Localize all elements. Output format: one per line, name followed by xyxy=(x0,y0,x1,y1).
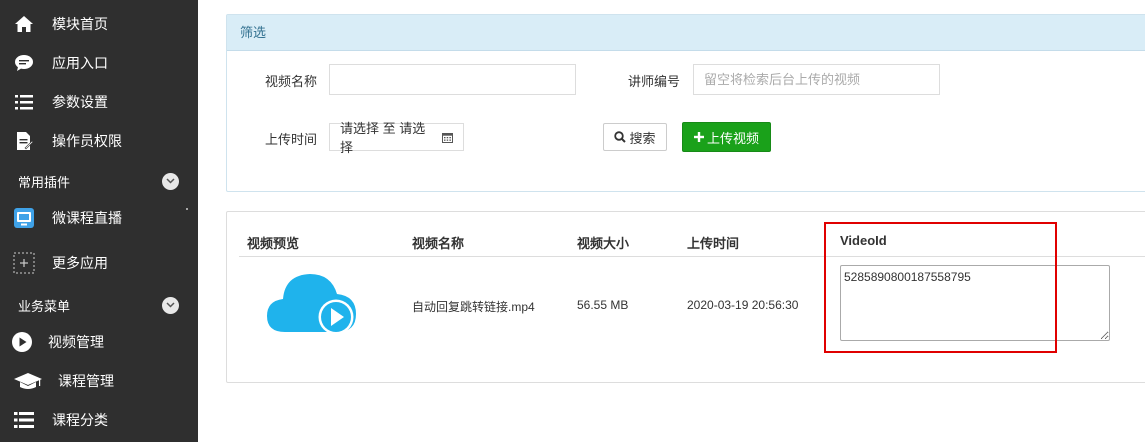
scroll-marker xyxy=(186,208,188,210)
lecturer-id-label: 讲师编号 xyxy=(628,74,681,89)
sidebar-item-live[interactable]: 微课程直播 xyxy=(0,199,198,237)
sidebar-item-label: 更多应用 xyxy=(52,255,108,271)
video-name-label: 视频名称 xyxy=(265,74,318,89)
add-dashed-icon xyxy=(13,252,35,274)
chat-bubble-icon xyxy=(13,52,35,74)
search-icon xyxy=(614,131,627,143)
search-button[interactable]: 搜索 xyxy=(603,123,667,151)
sidebar-item-label: 课程管理 xyxy=(58,373,114,389)
upload-time-label: 上传时间 xyxy=(265,132,318,147)
sidebar-item-label: 操作员权限 xyxy=(52,133,122,149)
sidebar-item-label: 课程分类 xyxy=(52,412,108,428)
document-edit-icon xyxy=(13,130,35,152)
column-header: VideoId xyxy=(840,233,887,248)
date-range-picker[interactable]: 请选择 至 请选择 xyxy=(329,121,464,155)
sidebar-item-home[interactable]: 模块首页 xyxy=(0,5,198,43)
sidebar-section-business[interactable]: 业务菜单 xyxy=(0,288,198,322)
calendar-icon xyxy=(442,132,453,143)
upload-video-button[interactable]: 上传视频 xyxy=(682,122,771,152)
video-size-cell: 56.55 MB xyxy=(577,298,629,312)
sidebar-section-label: 常用插件 xyxy=(18,174,71,190)
sidebar-item-video-manage[interactable]: 视频管理 xyxy=(0,323,198,361)
column-header: 视频大小 xyxy=(577,236,630,251)
video-id-textarea[interactable]: 5285890800187558795 xyxy=(840,265,1110,341)
upload-video-button-label: 上传视频 xyxy=(706,130,759,146)
video-name-cell: 自动回复跳转链接.mp4 xyxy=(412,300,535,314)
sidebar-section-plugins[interactable]: 常用插件 xyxy=(0,164,198,198)
filter-panel-title: 筛选 xyxy=(227,15,1145,51)
video-table: 视频预览 视频名称 视频大小 上传时间 VideoId 自动回复跳转链接.mp4… xyxy=(226,211,1145,383)
sidebar-item-params[interactable]: 参数设置 xyxy=(0,83,198,121)
sidebar-item-label: 微课程直播 xyxy=(52,210,122,226)
sidebar-section-label: 业务菜单 xyxy=(18,298,71,314)
header-divider xyxy=(239,256,1145,257)
filter-panel: 筛选 视频名称 讲师编号 上传时间 请选择 至 请选择 搜索 上传视频 xyxy=(226,14,1145,192)
plus-icon xyxy=(693,132,704,142)
upload-time-cell: 2020-03-19 20:56:30 xyxy=(687,298,799,312)
cloud-video-icon[interactable] xyxy=(265,270,358,339)
sidebar-item-label: 模块首页 xyxy=(52,16,108,32)
sidebar-item-more-apps[interactable]: 更多应用 xyxy=(0,244,198,282)
play-circle-icon xyxy=(11,331,33,353)
sidebar-item-course-manage[interactable]: 课程管理 xyxy=(0,362,198,400)
live-broadcast-icon xyxy=(13,207,35,229)
sidebar-item-label: 应用入口 xyxy=(52,55,108,71)
column-header: 视频预览 xyxy=(247,236,300,251)
column-header: 视频名称 xyxy=(412,236,465,251)
sidebar-item-operator[interactable]: 操作员权限 xyxy=(0,122,198,160)
chevron-down-icon xyxy=(162,172,179,190)
list-settings-icon xyxy=(13,91,35,113)
list-icon xyxy=(13,409,35,431)
chevron-down-icon xyxy=(162,296,179,314)
lecturer-id-input[interactable] xyxy=(693,64,940,95)
sidebar-item-label: 视频管理 xyxy=(48,334,104,350)
sidebar-item-course-category[interactable]: 课程分类 xyxy=(0,401,198,439)
search-button-label: 搜索 xyxy=(629,130,656,146)
column-header: 上传时间 xyxy=(687,236,740,251)
date-range-text: 请选择 至 请选择 xyxy=(340,121,426,155)
video-name-input[interactable] xyxy=(329,64,576,95)
graduation-cap-icon xyxy=(13,370,43,392)
home-icon xyxy=(13,13,35,35)
sidebar-item-app-entry[interactable]: 应用入口 xyxy=(0,44,198,82)
sidebar-item-label: 参数设置 xyxy=(52,94,108,110)
main-content: 筛选 视频名称 讲师编号 上传时间 请选择 至 请选择 搜索 上传视频 视频预览 xyxy=(198,0,1145,442)
sidebar: 模块首页 应用入口 参数设置 操作员权限 常用插件 微课程直播 更多应用 业务菜… xyxy=(0,0,198,442)
